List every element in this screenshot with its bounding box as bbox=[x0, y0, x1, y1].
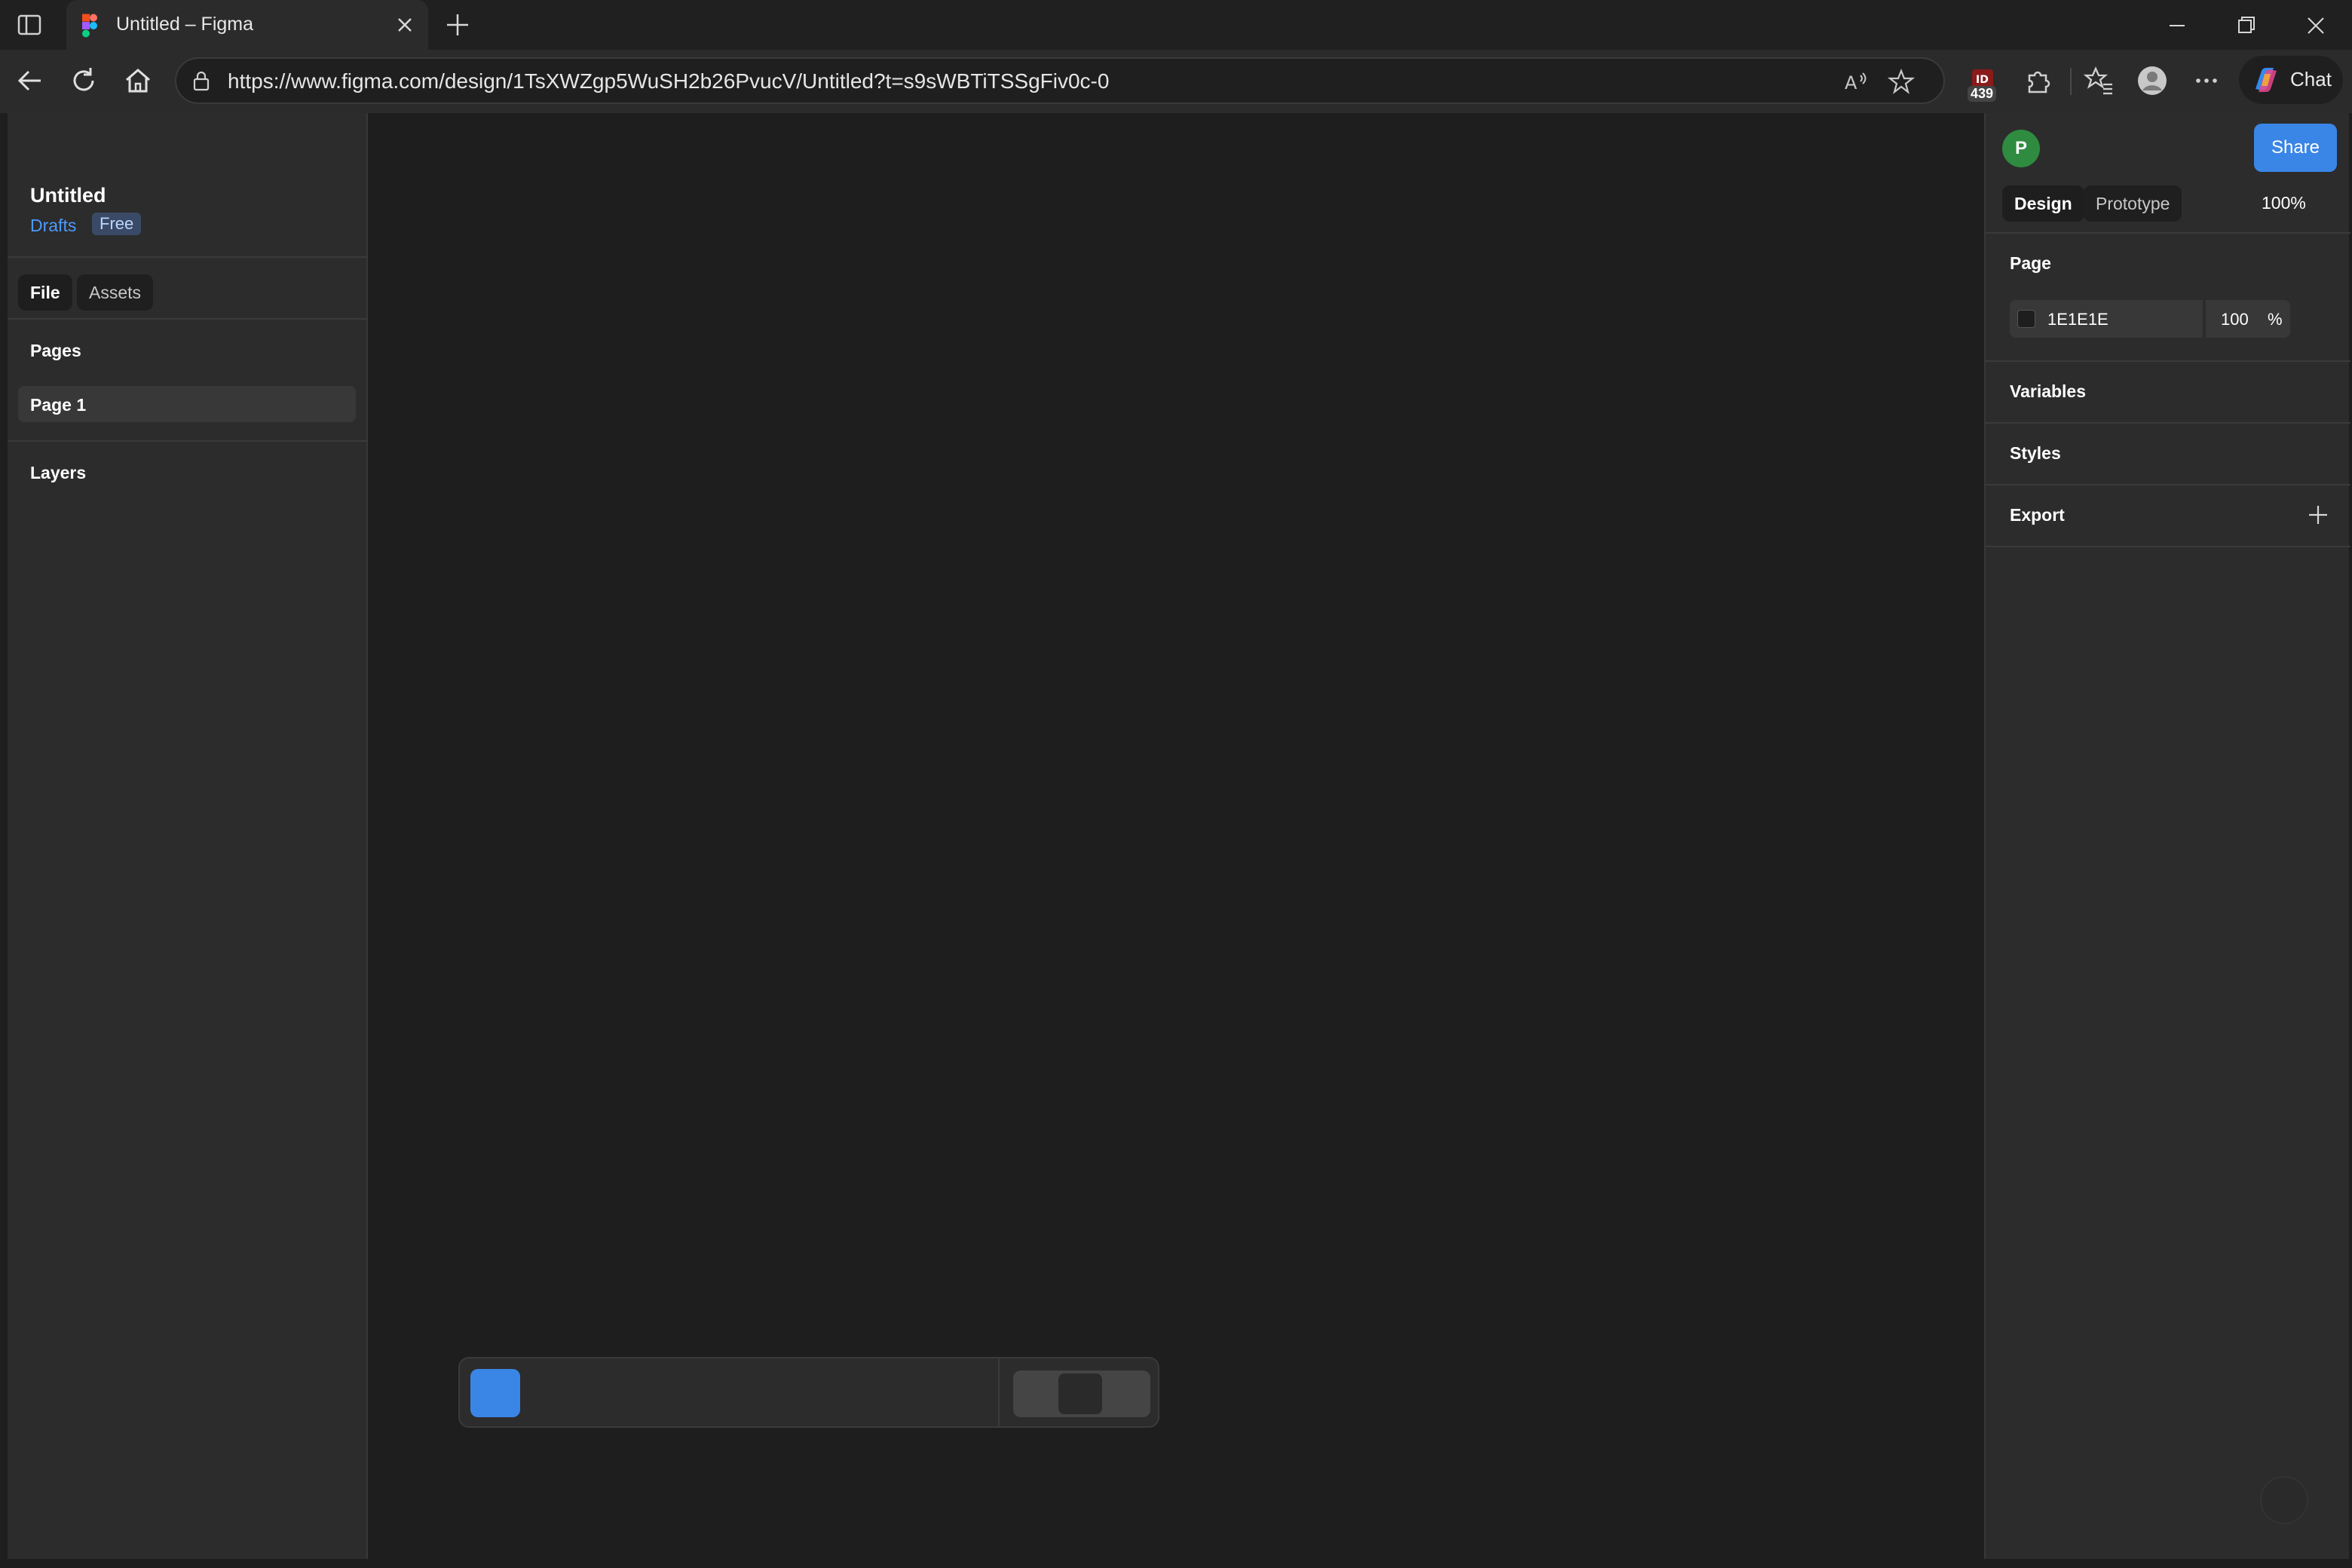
copilot-logo-icon bbox=[2256, 68, 2277, 92]
pages-label: Pages bbox=[30, 341, 81, 360]
opacity-value[interactable]: 100 bbox=[2221, 310, 2249, 329]
panel-divider bbox=[1986, 422, 2350, 424]
panel-divider bbox=[1986, 232, 2350, 234]
home-icon[interactable] bbox=[122, 65, 154, 96]
new-tab-icon[interactable] bbox=[443, 11, 472, 39]
left-panel: Untitled Drafts Free File Assets Pages P… bbox=[8, 113, 368, 1559]
export-section-label[interactable]: Export bbox=[2010, 505, 2065, 525]
user-avatar[interactable]: P bbox=[2002, 130, 2040, 167]
panel-divider bbox=[1986, 546, 2350, 547]
page-opacity-field[interactable]: 100 % bbox=[2206, 300, 2290, 338]
copilot-chat-button[interactable]: Chat bbox=[2239, 56, 2343, 104]
move-tool-button[interactable] bbox=[470, 1369, 520, 1417]
panel-divider bbox=[8, 440, 368, 442]
share-button[interactable]: Share bbox=[2254, 124, 2337, 172]
browser-tab[interactable]: Untitled – Figma bbox=[66, 0, 428, 50]
toggle-knob bbox=[1058, 1374, 1102, 1414]
favorite-star-icon[interactable] bbox=[1888, 68, 1915, 95]
browser-titlebar: Untitled – Figma bbox=[0, 0, 2352, 50]
extensions-puzzle-icon[interactable] bbox=[2022, 65, 2053, 96]
page-item-page-1[interactable]: Page 1 bbox=[18, 386, 356, 422]
layers-label: Layers bbox=[30, 463, 87, 482]
zoom-level[interactable]: 100% bbox=[2262, 193, 2306, 213]
color-hex-value[interactable]: 1E1E1E bbox=[2047, 310, 2109, 329]
bottom-toolbar bbox=[458, 1357, 1159, 1428]
drafts-link[interactable]: Drafts bbox=[30, 216, 76, 236]
tab-file[interactable]: File bbox=[18, 274, 72, 311]
sidebar-toggle-icon[interactable] bbox=[17, 12, 42, 38]
figma-logo-icon bbox=[82, 14, 97, 38]
minimize-icon[interactable] bbox=[2162, 11, 2192, 41]
variables-section-label[interactable]: Variables bbox=[2010, 381, 2086, 402]
color-swatch[interactable] bbox=[2017, 310, 2035, 328]
panel-divider bbox=[1986, 484, 2350, 485]
panel-divider bbox=[1986, 360, 2350, 362]
close-tab-icon[interactable] bbox=[395, 15, 415, 35]
address-bar[interactable]: https://www.figma.com/design/1TsXWZgp5Wu… bbox=[175, 57, 1945, 104]
opacity-unit: % bbox=[2268, 310, 2283, 329]
canvas[interactable] bbox=[369, 113, 1984, 1559]
tab-design[interactable]: Design bbox=[2002, 185, 2084, 222]
svg-text:A: A bbox=[1845, 72, 1857, 93]
toolbar-separator bbox=[998, 1358, 1000, 1426]
right-panel: P Share Design Prototype 100% Page 1E1E1… bbox=[1984, 113, 2350, 1559]
url-text[interactable]: https://www.figma.com/design/1TsXWZgp5Wu… bbox=[228, 69, 1109, 93]
profile-avatar-icon[interactable] bbox=[2136, 65, 2168, 96]
read-aloud-icon[interactable]: A bbox=[1842, 68, 1870, 95]
panel-divider bbox=[8, 256, 368, 258]
extension-badge-count: 439 bbox=[1968, 86, 1997, 102]
chat-label: Chat bbox=[2290, 68, 2332, 90]
page-section-label: Page bbox=[2010, 253, 2051, 273]
styles-section-label[interactable]: Styles bbox=[2010, 443, 2061, 464]
back-arrow-icon[interactable] bbox=[14, 65, 45, 96]
file-title[interactable]: Untitled bbox=[30, 184, 106, 207]
add-export-plus-icon[interactable] bbox=[2305, 502, 2331, 528]
lock-icon[interactable] bbox=[190, 69, 213, 92]
panel-divider bbox=[8, 318, 368, 320]
restore-icon[interactable] bbox=[2231, 11, 2262, 41]
browser-navbar: https://www.figma.com/design/1TsXWZgp5Wu… bbox=[0, 50, 2352, 113]
tab-title: Untitled – Figma bbox=[116, 14, 254, 35]
page-item-label: Page 1 bbox=[30, 395, 87, 415]
toolbar-divider bbox=[2070, 68, 2072, 95]
favorites-icon[interactable] bbox=[2084, 65, 2115, 96]
more-options-icon[interactable] bbox=[2191, 65, 2222, 96]
svg-text:ID: ID bbox=[1976, 74, 1989, 86]
page-color-field[interactable]: 1E1E1E bbox=[2010, 300, 2203, 338]
close-window-icon[interactable] bbox=[2301, 11, 2331, 41]
dev-mode-toggle[interactable] bbox=[1013, 1370, 1150, 1417]
tab-prototype[interactable]: Prototype bbox=[2084, 185, 2182, 222]
help-button[interactable] bbox=[2260, 1476, 2308, 1524]
plan-badge[interactable]: Free bbox=[92, 213, 142, 235]
refresh-icon[interactable] bbox=[68, 65, 100, 96]
tab-assets[interactable]: Assets bbox=[77, 274, 154, 311]
